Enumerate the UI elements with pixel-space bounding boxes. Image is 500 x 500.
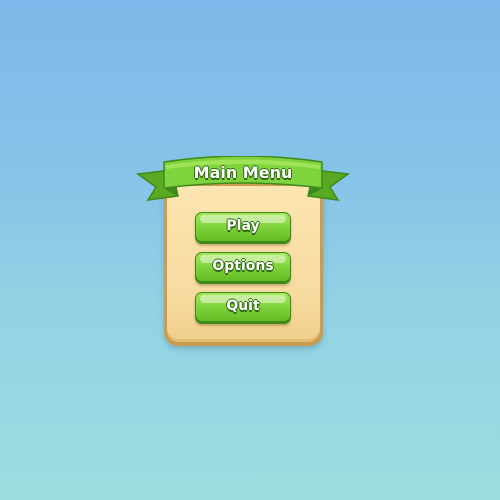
options-button-label: Options: [212, 258, 274, 274]
quit-button-label: Quit: [226, 298, 260, 314]
quit-button[interactable]: Quit: [195, 292, 291, 324]
play-button[interactable]: Play: [195, 212, 291, 244]
title-ribbon: Main Menu: [136, 156, 350, 206]
menu-title: Main Menu: [193, 163, 293, 182]
options-button[interactable]: Options: [195, 252, 291, 284]
play-button-label: Play: [226, 218, 260, 234]
game-screen: Main Menu Play Options Quit: [0, 0, 500, 500]
